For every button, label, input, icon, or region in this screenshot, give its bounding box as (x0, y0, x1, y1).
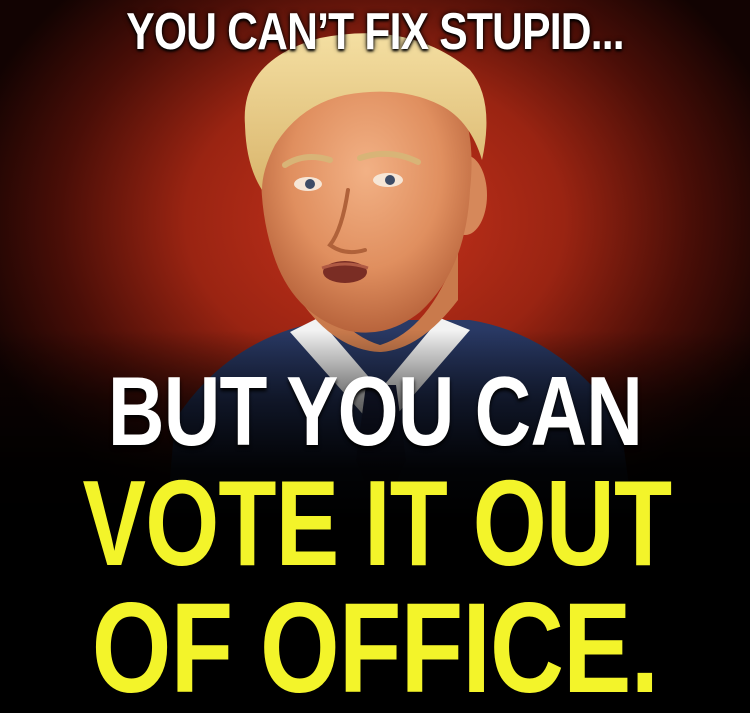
middle-headline: BUT YOU CAN (107, 356, 643, 466)
top-headline: YOU CAN’T FIX STUPID... (126, 3, 624, 61)
vote-headline: VOTE IT OUT (82, 455, 673, 591)
meme-poster: YOU CAN’T FIX STUPID... BUT YOU CAN VOTE… (0, 0, 750, 713)
office-headline: OF OFFICE. (91, 577, 659, 713)
